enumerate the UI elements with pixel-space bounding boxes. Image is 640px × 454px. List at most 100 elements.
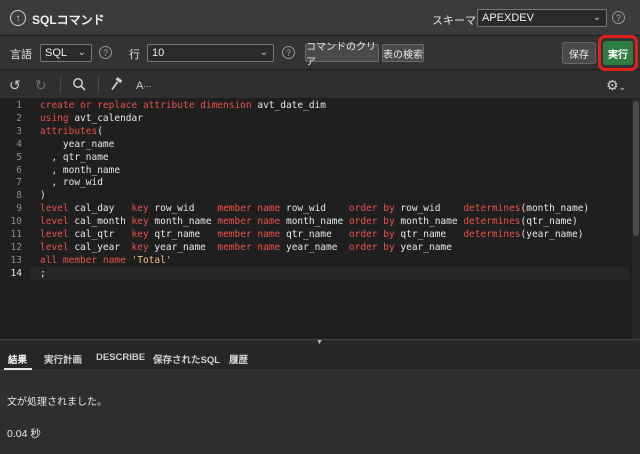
schema-select[interactable]: APEXDEV ⌄ — [477, 9, 607, 27]
clear-command-button[interactable]: コマンドのクリア — [305, 42, 379, 68]
search-icon[interactable] — [72, 77, 86, 94]
code-keyword: order by — [348, 241, 395, 253]
schema-value: APEXDEV — [482, 12, 534, 24]
autocomplete-icon[interactable]: A⋯ — [136, 78, 151, 95]
tab-results[interactable]: 結果 — [8, 352, 27, 366]
code-line[interactable]: level cal_day key row_wid member name ro… — [40, 203, 589, 214]
run-button[interactable]: 実行 — [603, 41, 633, 65]
code-keyword: order by — [348, 216, 395, 228]
line-number: 10 — [10, 216, 22, 228]
rows-label: 行 — [129, 49, 140, 61]
code-text: row_wid — [280, 203, 349, 215]
language-label: 言語 — [10, 49, 32, 61]
undo-icon[interactable]: ↺ — [9, 77, 21, 93]
code-line[interactable]: attributes( — [40, 126, 103, 137]
editor-scrollbar[interactable] — [632, 99, 640, 339]
page-title: SQLコマンド — [32, 13, 105, 27]
title-bar: ↑ SQLコマンド スキーマ APEXDEV ⌄ ? — [0, 0, 640, 36]
code-text: year_name — [280, 241, 349, 253]
save-button[interactable]: 保存 — [562, 42, 596, 64]
code-keyword: create or replace attribute dimension — [40, 100, 252, 111]
chevron-down-icon: ⌄ — [259, 47, 268, 58]
code-line[interactable]: level cal_month key month_name member na… — [40, 216, 578, 227]
code-text: month_name — [148, 216, 218, 228]
rows-select[interactable]: 10 ⌄ — [147, 44, 274, 62]
chevron-down-icon: ⌄ — [77, 47, 86, 58]
redo-icon[interactable]: ↻ — [35, 77, 47, 93]
tab-explain[interactable]: 実行計画 — [44, 352, 82, 366]
arrow-up-circle-icon[interactable]: ↑ — [10, 10, 26, 26]
code-text: ) — [40, 190, 46, 202]
code-line[interactable]: , row_wid — [40, 177, 103, 189]
code-text: , row_wid — [40, 177, 103, 189]
code-line[interactable]: using avt_calendar — [40, 113, 143, 124]
code-string: 'Total' — [131, 254, 172, 266]
tab-saved-sql[interactable]: 保存されたSQL — [153, 352, 220, 366]
line-number: 14 — [10, 267, 22, 279]
code-text: (year_name) — [520, 229, 584, 240]
find-tables-button[interactable]: 表の検索 — [382, 44, 424, 62]
code-line[interactable]: all member name 'Total' — [40, 255, 172, 266]
code-line[interactable]: ) — [40, 190, 46, 201]
tab-describe[interactable]: DESCRIBE — [96, 352, 145, 363]
help-icon[interactable]: ? — [612, 11, 625, 24]
code-text: , qtr_name — [40, 151, 109, 163]
hammer-icon[interactable] — [110, 77, 124, 94]
active-tab-indicator — [4, 368, 32, 370]
current-line-highlight — [30, 267, 630, 280]
code-line[interactable]: year_name — [40, 139, 114, 150]
code-text: qtr_name — [394, 229, 464, 240]
code-text: month_name — [280, 216, 349, 228]
code-keyword: level — [40, 203, 69, 215]
language-value: SQL — [45, 47, 68, 59]
sql-commands-app: ↑ SQLコマンド スキーマ APEXDEV ⌄ ? 言語 SQL ⌄ ? 行 … — [0, 0, 640, 454]
code-text: avt_date_dim — [251, 100, 326, 111]
code-text: ; — [40, 267, 46, 279]
code-keyword: member name — [217, 203, 281, 215]
line-number: 3 — [16, 125, 22, 137]
tab-history[interactable]: 履歴 — [229, 352, 248, 366]
code-keyword: determines — [463, 229, 521, 240]
code-keyword: order by — [348, 229, 395, 240]
command-toolbar: 言語 SQL ⌄ ? 行 10 ⌄ ? コマンドのクリア 表の検索 — [0, 36, 640, 70]
line-number: 6 — [16, 164, 22, 176]
editor-toolbar: ↺ ↻ A⋯ ⚙⌄ — [0, 71, 640, 99]
gear-icon[interactable]: ⚙⌄ — [606, 77, 626, 95]
code-line[interactable]: ; — [40, 268, 46, 279]
line-number: 7 — [16, 177, 22, 189]
code-line[interactable]: level cal_year key year_name member name… — [40, 242, 452, 253]
code-editor[interactable]: 1 2 3 4 5 6 7 8 9 10 11 12 13 14 create or replace at… — [0, 99, 640, 339]
code-keyword: member name — [217, 229, 281, 240]
rows-help-icon[interactable]: ? — [282, 46, 295, 59]
result-tabs: 結果 実行計画 DESCRIBE 保存されたSQL 履歴 — [0, 345, 640, 371]
code-keyword: level — [40, 229, 69, 240]
code-keyword: order by — [348, 203, 395, 215]
code-keyword: determines — [463, 203, 521, 215]
code-line[interactable]: create or replace attribute dimension av… — [40, 100, 326, 111]
code-text: year_name — [40, 138, 115, 150]
scrollbar-thumb[interactable] — [633, 101, 639, 236]
code-text: , month_name — [40, 164, 121, 176]
line-number: 11 — [10, 229, 22, 240]
code-line[interactable]: , month_name — [40, 165, 120, 176]
line-number: 8 — [16, 190, 22, 202]
code-text: (month_name) — [520, 203, 590, 215]
code-keyword: member name — [217, 241, 281, 253]
language-help-icon[interactable]: ? — [99, 46, 112, 59]
toolbar-divider — [98, 76, 99, 94]
code-text: month_name — [394, 216, 464, 228]
code-text: cal_day — [68, 203, 132, 215]
code-text: cal_year — [68, 241, 132, 253]
chevron-down-icon: ⌄ — [592, 12, 601, 23]
code-keyword: key — [131, 241, 149, 253]
run-button-highlight: 実行 — [598, 35, 638, 71]
code-text: row_wid — [394, 203, 464, 215]
code-keyword: determines — [463, 216, 521, 228]
line-number: 9 — [16, 203, 22, 215]
code-line[interactable]: , qtr_name — [40, 151, 109, 163]
schema-label: スキーマ — [432, 15, 476, 27]
code-text: year_name — [394, 241, 452, 253]
code-line[interactable]: level cal_qtr key qtr_name member name q… — [40, 229, 583, 240]
language-select[interactable]: SQL ⌄ — [40, 44, 92, 62]
code-text: row_wid — [148, 203, 218, 215]
